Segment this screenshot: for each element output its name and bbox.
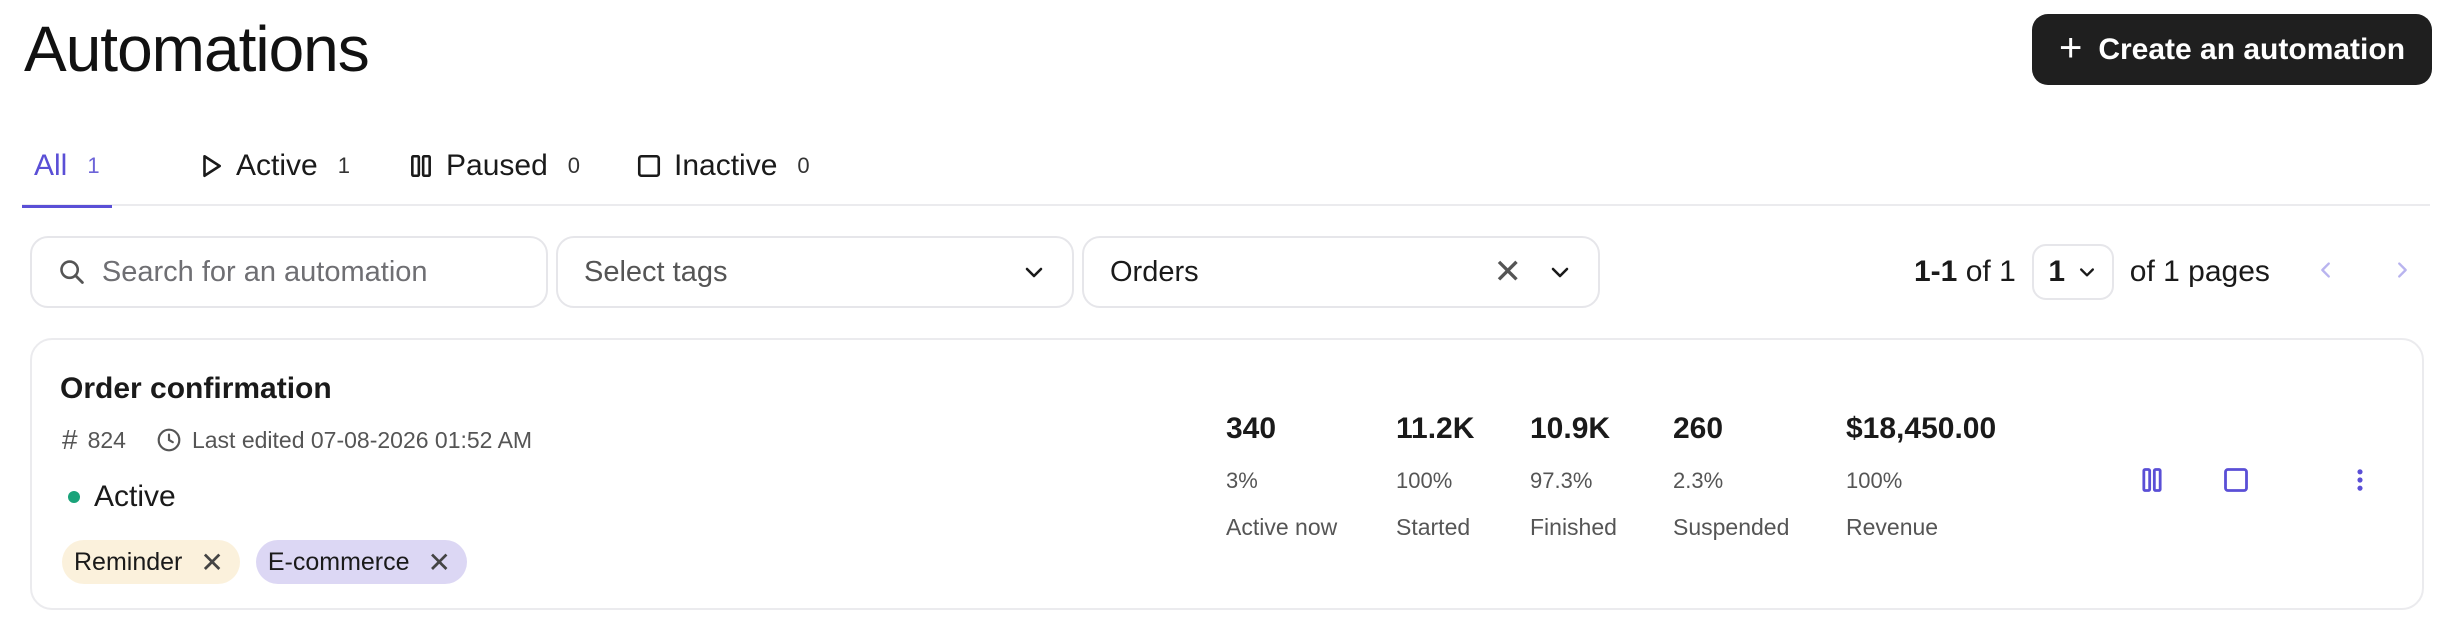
stat-suspended: 260 2.3% Suspended xyxy=(1673,412,1789,541)
tab-paused-count: 0 xyxy=(567,153,580,178)
plus-icon: + xyxy=(2058,25,2083,70)
tag-list: Reminder ✕ E-commerce ✕ xyxy=(62,540,467,584)
more-vertical-icon xyxy=(2357,469,2363,491)
search-icon xyxy=(60,260,84,284)
stat-percent: 97.3% xyxy=(1530,468,1593,493)
stat-percent: 2.3% xyxy=(1673,468,1724,493)
clock-icon xyxy=(157,428,181,452)
type-select[interactable]: Orders ✕ xyxy=(1082,236,1600,308)
stop-automation-button[interactable] xyxy=(2214,458,2258,502)
stat-revenue: $18,450.00 100% Revenue xyxy=(1846,412,1996,541)
stat-percent: 100% xyxy=(1396,468,1453,493)
chevron-down-icon xyxy=(1025,267,1043,278)
tags-select[interactable]: Select tags xyxy=(556,236,1074,308)
stat-percent: 3% xyxy=(1226,468,1258,493)
search-box[interactable] xyxy=(30,236,548,308)
tab-paused-label: Paused xyxy=(446,149,548,182)
stat-label: Suspended xyxy=(1673,514,1790,540)
tab-inactive-count: 0 xyxy=(797,153,810,178)
automation-id: 824 xyxy=(87,426,126,453)
tab-active-label: Active xyxy=(236,149,318,182)
page-select-value: 1 xyxy=(2048,255,2066,288)
stat-label: Revenue xyxy=(1846,514,1939,540)
status-dot xyxy=(68,491,80,503)
tags-select-placeholder: Select tags xyxy=(584,255,728,288)
remove-tag-icon[interactable]: ✕ xyxy=(428,546,451,579)
create-automation-label: Create an automation xyxy=(2098,32,2406,66)
stop-icon xyxy=(637,154,661,178)
tab-all[interactable]: All 1 xyxy=(22,126,112,208)
status-label: Active xyxy=(94,480,176,513)
pagination: 1-1 of 1 1 of 1 pages xyxy=(1914,244,2422,300)
tag-label: Reminder xyxy=(74,547,183,576)
stat-finished: 10.9K 97.3% Finished xyxy=(1530,412,1617,541)
stat-value: 11.2K xyxy=(1396,412,1475,445)
tab-active-count: 1 xyxy=(337,153,350,178)
search-input[interactable] xyxy=(101,255,520,289)
pagination-of: of xyxy=(1965,255,1991,288)
remove-tag-icon[interactable]: ✕ xyxy=(200,546,223,579)
stat-value: 340 xyxy=(1226,412,1277,445)
next-page-button[interactable] xyxy=(2382,255,2422,289)
clear-icon[interactable]: ✕ xyxy=(1494,252,1523,292)
automation-status: Active xyxy=(68,480,176,514)
stat-label: Finished xyxy=(1530,514,1617,540)
stat-value: $18,450.00 xyxy=(1846,412,1997,445)
chevron-right-icon xyxy=(2397,262,2407,278)
type-select-value: Orders xyxy=(1110,255,1199,288)
pause-automation-button[interactable] xyxy=(2130,458,2174,502)
stat-value: 260 xyxy=(1673,412,1724,445)
previous-page-button[interactable] xyxy=(2306,255,2346,289)
stat-label: Started xyxy=(1396,514,1471,540)
hash-icon: # xyxy=(62,424,78,455)
automation-last-edited: Last edited 07-08-2026 01:52 AM xyxy=(191,426,533,453)
automation-card[interactable]: Order confirmation # 824 Last edited 07-… xyxy=(30,338,2424,610)
pagination-total: 1 xyxy=(1999,255,2016,288)
play-icon xyxy=(203,154,221,178)
pause-icon xyxy=(411,154,431,178)
automation-meta: # 824 Last edited 07-08-2026 01:52 AM xyxy=(62,424,532,456)
tab-inactive-label: Inactive xyxy=(674,149,778,182)
pagination-pages-label: of 1 pages xyxy=(2129,255,2270,288)
stat-label: Active now xyxy=(1226,514,1338,540)
tab-paused[interactable]: Paused 0 xyxy=(408,126,580,206)
stat-percent: 100% xyxy=(1846,468,1903,493)
more-options-button[interactable] xyxy=(2338,458,2382,502)
automation-title[interactable]: Order confirmation xyxy=(60,372,332,406)
page-select[interactable]: 1 xyxy=(2031,244,2114,300)
chevron-down-icon[interactable] xyxy=(1548,260,1572,284)
stat-value: 10.9K xyxy=(1530,412,1611,445)
chevron-left-icon xyxy=(2321,262,2330,278)
stat-started: 11.2K 100% Started xyxy=(1396,412,1474,541)
tag-e-commerce: E-commerce ✕ xyxy=(255,540,467,584)
pagination-range-value: 1-1 xyxy=(1914,255,1958,288)
pagination-range: 1-1 of 1 xyxy=(1914,255,2016,289)
tag-label: E-commerce xyxy=(267,547,410,576)
status-tabs: All 1 Active 1 Paused 0 Inactive 0 xyxy=(22,126,2430,208)
chevron-down-icon xyxy=(2080,268,2095,277)
tab-all-count: 1 xyxy=(87,153,100,178)
tab-inactive[interactable]: Inactive 0 xyxy=(636,126,810,206)
page-title: Automations xyxy=(24,13,370,85)
stop-icon xyxy=(2224,468,2248,492)
pause-icon xyxy=(2142,468,2162,492)
create-automation-button[interactable]: + Create an automation xyxy=(2032,14,2432,85)
tab-all-label: All xyxy=(34,149,68,182)
tag-reminder: Reminder ✕ xyxy=(62,540,240,584)
stat-active-now: 340 3% Active now xyxy=(1226,412,1337,541)
tab-active[interactable]: Active 1 xyxy=(198,126,350,206)
